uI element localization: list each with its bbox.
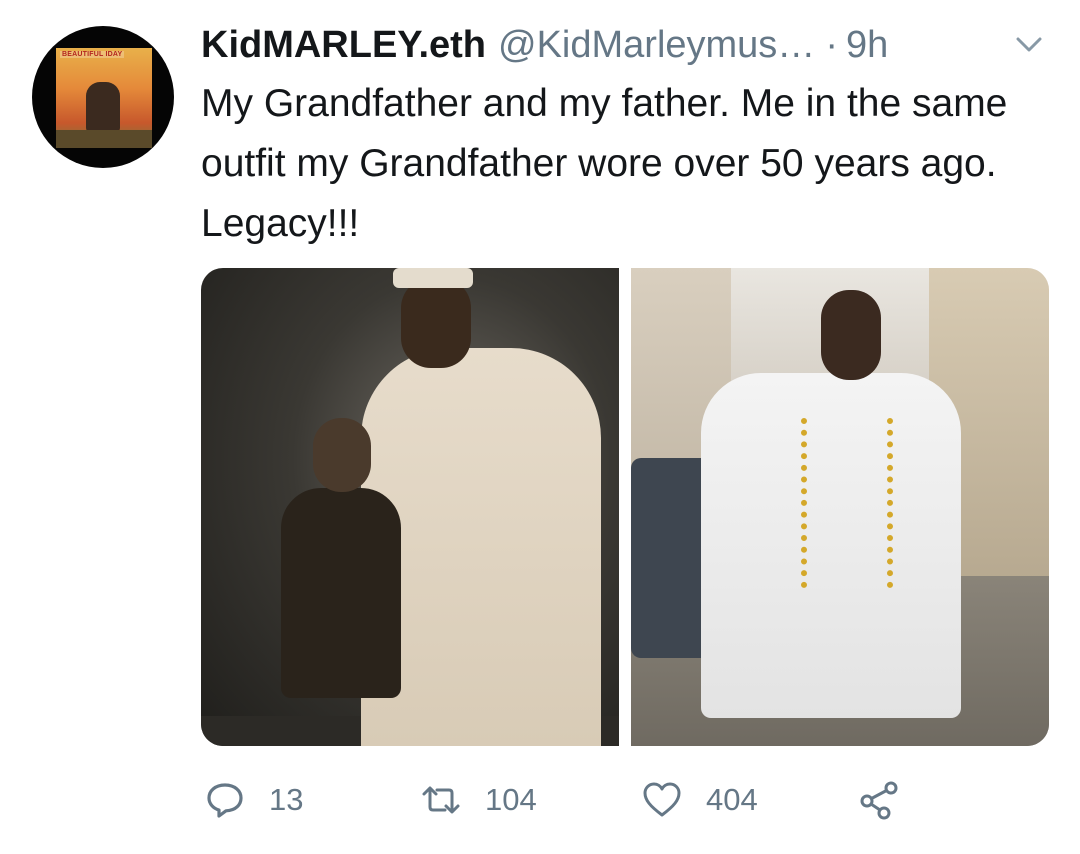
avatar-art-text: BEAUTIFUL IDAY	[60, 51, 125, 58]
tweet-header: KidMARLEY.eth @KidMarleymus… · 9h	[201, 20, 888, 70]
avatar-image: BEAUTIFUL IDAY	[56, 48, 152, 148]
grandfather-cap	[393, 268, 473, 288]
grandfather-head	[401, 278, 471, 368]
like-button[interactable]: 404	[642, 770, 758, 830]
media-photo-grandfather[interactable]	[201, 268, 619, 746]
robe-embroidery	[801, 418, 893, 588]
reply-icon	[207, 783, 243, 818]
tweet-text: My Grandfather and my father. Me in the …	[201, 82, 1008, 245]
retweet-icon	[422, 786, 460, 814]
media-photo-man[interactable]	[631, 268, 1049, 746]
timestamp[interactable]: 9h	[846, 20, 888, 70]
avatar-figure	[86, 82, 120, 132]
heart-icon	[643, 782, 681, 817]
reply-button[interactable]: 13	[205, 770, 303, 830]
retweet-button[interactable]: 104	[421, 770, 537, 830]
avatar[interactable]: BEAUTIFUL IDAY	[32, 26, 174, 168]
share-button[interactable]	[859, 770, 899, 830]
child-head	[313, 418, 371, 492]
reply-count: 13	[269, 782, 304, 817]
retweet-count: 104	[485, 782, 537, 817]
share-icon	[860, 781, 898, 820]
tweet-actions: 13 104 404	[201, 770, 961, 830]
man-head	[821, 290, 881, 380]
media-grid	[201, 268, 1049, 746]
time-separator: ·	[825, 24, 838, 66]
user-handle[interactable]: @KidMarleymus…	[498, 20, 815, 70]
tweet[interactable]: BEAUTIFUL IDAY KidMARLEY.eth @KidMarleym…	[0, 0, 1080, 854]
child-figure	[281, 488, 401, 698]
avatar-ground	[56, 130, 152, 148]
chevron-down-icon[interactable]	[1012, 30, 1046, 60]
like-count: 404	[706, 782, 758, 817]
display-name[interactable]: KidMARLEY.eth	[201, 20, 486, 70]
